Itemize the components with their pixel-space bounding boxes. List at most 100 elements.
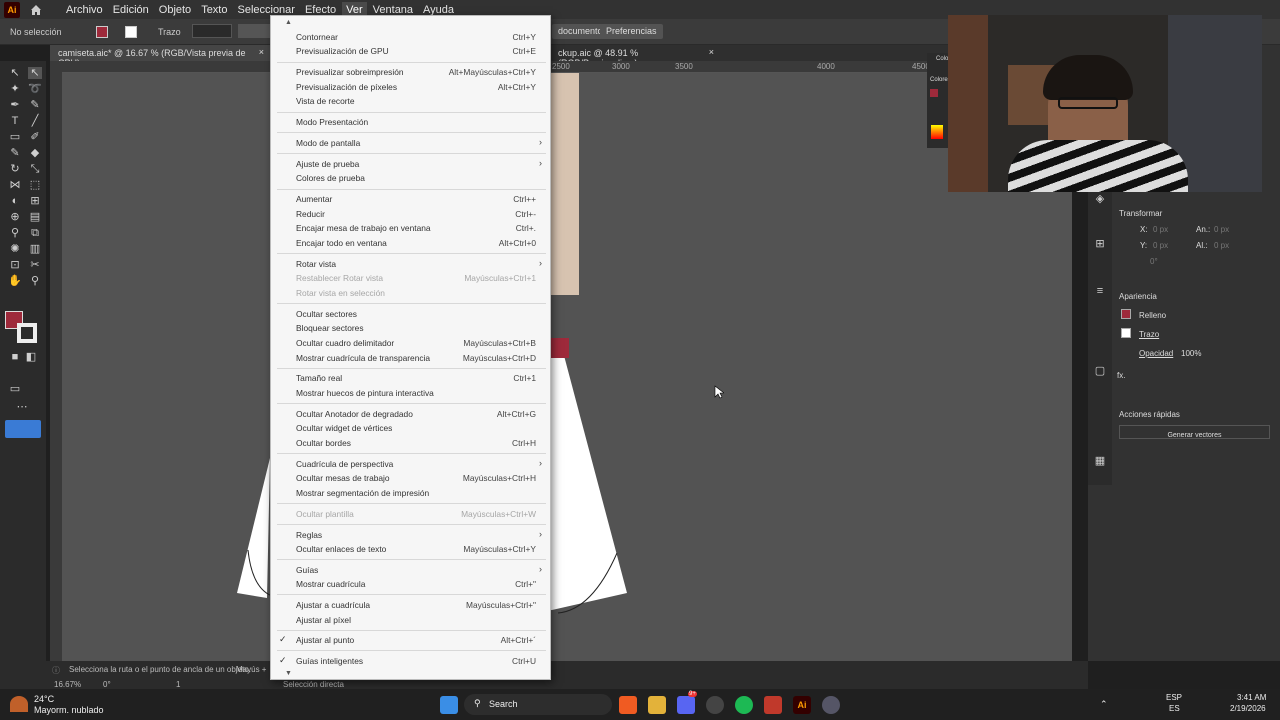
menu-item-fit-artboard[interactable]: Encajar mesa de trabajo en ventana Ctrl+. <box>271 223 552 237</box>
brave-icon[interactable] <box>619 696 637 714</box>
close-icon[interactable]: × <box>709 47 714 57</box>
align-icon[interactable]: ⊞ <box>1093 238 1107 250</box>
perspective-grid-icon[interactable]: ⊞ <box>28 195 42 207</box>
appearance-fill-swatch[interactable] <box>1121 309 1131 319</box>
menu-item-hide-corner-widget[interactable]: Ocultar widget de vértices <box>271 423 552 437</box>
menu-archivo[interactable]: Archivo <box>62 2 107 18</box>
stroke-swatch[interactable] <box>125 26 137 38</box>
eraser-icon[interactable]: ◆ <box>28 147 42 159</box>
menu-item-proof-colors[interactable]: Colores de prueba <box>271 173 552 187</box>
language[interactable]: ESP <box>1166 693 1182 702</box>
steam-icon[interactable] <box>706 696 724 714</box>
width-tool-icon[interactable]: ⋈ <box>8 179 22 191</box>
menu-item-presentation-mode[interactable]: Modo Presentación <box>271 117 552 131</box>
eyedropper-icon[interactable]: ⚲ <box>8 227 22 239</box>
home-icon[interactable] <box>28 2 44 18</box>
blend-tool-icon[interactable]: ⧉ <box>28 227 42 239</box>
direct-selection-tool-icon[interactable]: ↖ <box>28 67 42 79</box>
mesh-tool-icon[interactable]: ⊕ <box>8 211 22 223</box>
menu-item-gpu-preview[interactable]: Previsualización de GPU Ctrl+E <box>271 46 552 60</box>
clock-time[interactable]: 3:41 AM <box>1237 693 1266 702</box>
canvas[interactable] <box>62 73 1072 661</box>
color-spectrum[interactable] <box>931 125 943 139</box>
menu-item-hide-slices[interactable]: Ocultar sectores <box>271 309 552 323</box>
chevron-up-icon[interactable]: ⌃ <box>1100 699 1108 710</box>
slice-tool-icon[interactable]: ✂ <box>28 259 42 271</box>
shaper-tool-icon[interactable]: ✎ <box>8 147 22 159</box>
hand-tool-icon[interactable]: ✋ <box>8 275 22 287</box>
artboards-icon[interactable]: ▦ <box>1093 455 1107 467</box>
preferences-button[interactable]: Preferencias <box>600 24 663 39</box>
menu-item-show-transparency-grid[interactable]: Mostrar cuadrícula de transparencia Mayús… <box>271 353 552 367</box>
opacity-label[interactable]: Opacidad <box>1139 349 1173 358</box>
generate-vectors-button[interactable]: Generar vectores <box>1119 425 1270 439</box>
tab-mockup[interactable]: ckup.aic @ 48.91 % (RGB/Previsualizar) × <box>550 45 720 68</box>
height-value[interactable]: 0 px <box>1214 241 1229 250</box>
selection-tool-icon[interactable]: ↖ <box>8 67 22 79</box>
generative-icon[interactable] <box>5 420 41 438</box>
menu-item-hide-artboards[interactable]: Ocultar mesas de trabajo Mayúsculas+Ctrl+… <box>271 473 552 487</box>
menu-item-overprint-preview[interactable]: Previsualizar sobreimpresión Alt+Mayúscul… <box>271 67 552 81</box>
more-tools-icon[interactable]: ⋯ <box>15 401 29 413</box>
menu-item-rotate-view[interactable]: Rotar vista › <box>271 258 552 273</box>
y-value[interactable]: 0 px <box>1153 241 1168 250</box>
close-icon[interactable]: × <box>259 47 264 57</box>
fill-swatch[interactable] <box>96 26 108 38</box>
pen-tool-icon[interactable]: ✒ <box>8 99 22 111</box>
menu-item-print-tiling[interactable]: Mostrar segmentación de impresión <box>271 488 552 502</box>
type-tool-icon[interactable]: T <box>8 115 22 127</box>
discord-icon[interactable] <box>677 696 695 714</box>
rectangle-tool-icon[interactable]: ▭ <box>8 131 22 143</box>
paintbrush-icon[interactable]: ✐ <box>28 131 42 143</box>
menu-item-guides[interactable]: Guías › <box>271 564 552 579</box>
app-icon[interactable] <box>764 696 782 714</box>
menu-item-snap-to-point[interactable]: ✓ Ajustar al punto Alt+Ctrl+´ <box>271 634 552 649</box>
menu-item-zoom-in[interactable]: Aumentar Ctrl++ <box>271 194 552 208</box>
angle-value[interactable]: 0° <box>1150 257 1158 266</box>
width-value[interactable]: 0 px <box>1214 225 1229 234</box>
scale-tool-icon[interactable]: ⤡ <box>28 163 42 175</box>
menu-item-hide-bounding-box[interactable]: Ocultar cuadro delimitador Mayúsculas+Ctr… <box>271 338 552 352</box>
appearance-stroke-swatch[interactable] <box>1121 328 1131 338</box>
rotate-tool-icon[interactable]: ↻ <box>8 163 22 175</box>
symbol-sprayer-icon[interactable]: ✺ <box>8 243 22 255</box>
line-tool-icon[interactable]: ╱ <box>28 115 42 127</box>
gradient-mode-icon[interactable]: ◧ <box>24 351 38 363</box>
menu-objeto[interactable]: Objeto <box>155 2 195 18</box>
menu-item-pixel-preview[interactable]: Previsualización de píxeles Alt+Ctrl+Y <box>271 82 552 96</box>
menu-item-zoom-out[interactable]: Reducir Ctrl+- <box>271 209 552 223</box>
comments-icon[interactable]: ▢ <box>1093 365 1107 377</box>
taskbar-search[interactable]: ⚲ Search <box>464 694 612 715</box>
menu-item-hide-gradient-annotator[interactable]: Ocultar Anotador de degradado Alt+Ctrl+G <box>271 409 552 423</box>
lasso-icon[interactable]: ➰ <box>28 83 42 95</box>
menu-item-live-paint-gaps[interactable]: Mostrar huecos de pintura interactiva <box>271 388 552 402</box>
menu-item-proof-setup[interactable]: Ajuste de prueba › <box>271 158 552 173</box>
artboard-tool-icon[interactable]: ⊡ <box>8 259 22 271</box>
layers-icon[interactable]: ◈ <box>1093 193 1107 205</box>
menu-item-rulers[interactable]: Reglas › <box>271 529 552 544</box>
menu-texto[interactable]: Texto <box>197 2 231 18</box>
menu-item-snap-to-pixel[interactable]: Ajustar al píxel <box>271 615 552 629</box>
menu-item-fit-all[interactable]: Encajar todo en ventana Alt+Ctrl+0 <box>271 238 552 252</box>
artboard-field[interactable]: 1 <box>176 680 180 689</box>
shape-builder-icon[interactable]: ◐ <box>8 195 22 207</box>
x-value[interactable]: 0 px <box>1153 225 1168 234</box>
menu-edicion[interactable]: Edición <box>109 2 153 18</box>
menu-item-actual-size[interactable]: Tamaño real Ctrl+1 <box>271 373 552 387</box>
opacity-value[interactable]: 100% <box>1181 349 1201 358</box>
menu-item-screen-mode[interactable]: Modo de pantalla › <box>271 137 552 152</box>
spotify-icon[interactable] <box>735 696 753 714</box>
rotation-field[interactable]: 0° <box>103 680 111 689</box>
screen-mode-icon[interactable]: ▭ <box>8 383 22 395</box>
stroke-color-icon[interactable] <box>17 323 37 343</box>
curvature-tool-icon[interactable]: ✎ <box>28 99 42 111</box>
stroke-weight-input[interactable] <box>192 24 232 38</box>
menu-item-snap-to-grid[interactable]: Ajustar a cuadrícula Mayúsculas+Ctrl+" <box>271 600 552 614</box>
color-mode-icon[interactable]: ■ <box>8 351 22 363</box>
file-explorer-icon[interactable] <box>648 696 666 714</box>
stroke-label[interactable]: Trazo <box>1139 330 1159 339</box>
fx-icon[interactable]: fx. <box>1117 371 1125 380</box>
menu-item-lock-slices[interactable]: Bloquear sectores <box>271 323 552 337</box>
style-dropdown[interactable] <box>238 24 270 38</box>
illustrator-taskbar-icon[interactable]: Ai <box>793 696 811 714</box>
